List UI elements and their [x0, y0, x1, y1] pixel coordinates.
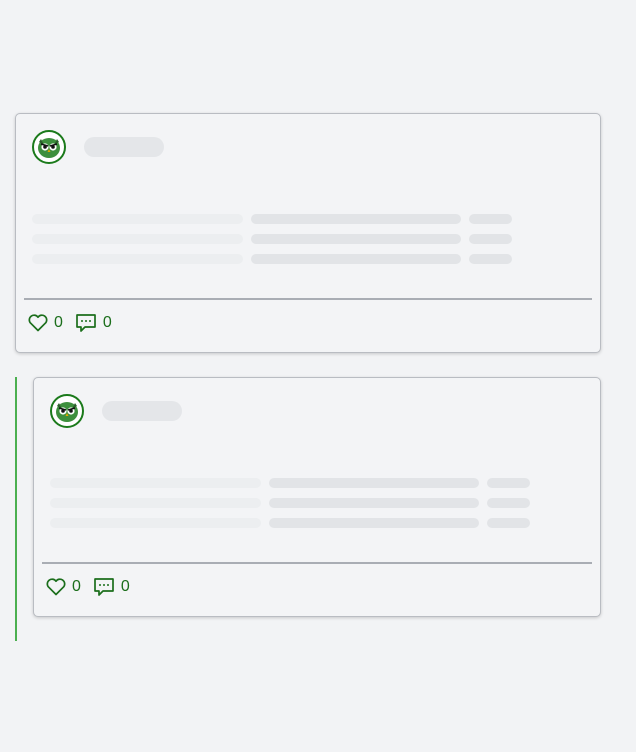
comment-icon — [75, 313, 97, 333]
comment-button[interactable]: 0 — [93, 577, 130, 597]
post-actions: 0 0 — [46, 577, 130, 597]
heart-icon — [28, 314, 48, 332]
reply-card: 0 0 — [33, 377, 601, 617]
owl-avatar-icon[interactable] — [32, 130, 66, 164]
card-divider — [24, 298, 592, 300]
username-placeholder — [102, 401, 182, 421]
heart-icon — [46, 578, 66, 596]
comment-button[interactable]: 0 — [75, 313, 112, 333]
like-button[interactable]: 0 — [46, 578, 81, 596]
like-count: 0 — [72, 578, 81, 595]
like-count: 0 — [54, 314, 63, 331]
comment-icon — [93, 577, 115, 597]
comment-count: 0 — [120, 578, 130, 595]
post-card: 0 0 — [15, 113, 601, 353]
content-skeleton — [50, 478, 530, 538]
content-skeleton — [32, 214, 512, 274]
owl-avatar-icon[interactable] — [50, 394, 84, 428]
like-button[interactable]: 0 — [28, 314, 63, 332]
thread-line — [15, 377, 17, 641]
comment-count: 0 — [102, 314, 112, 331]
post-actions: 0 0 — [28, 313, 112, 333]
card-divider — [42, 562, 592, 564]
username-placeholder — [84, 137, 164, 157]
